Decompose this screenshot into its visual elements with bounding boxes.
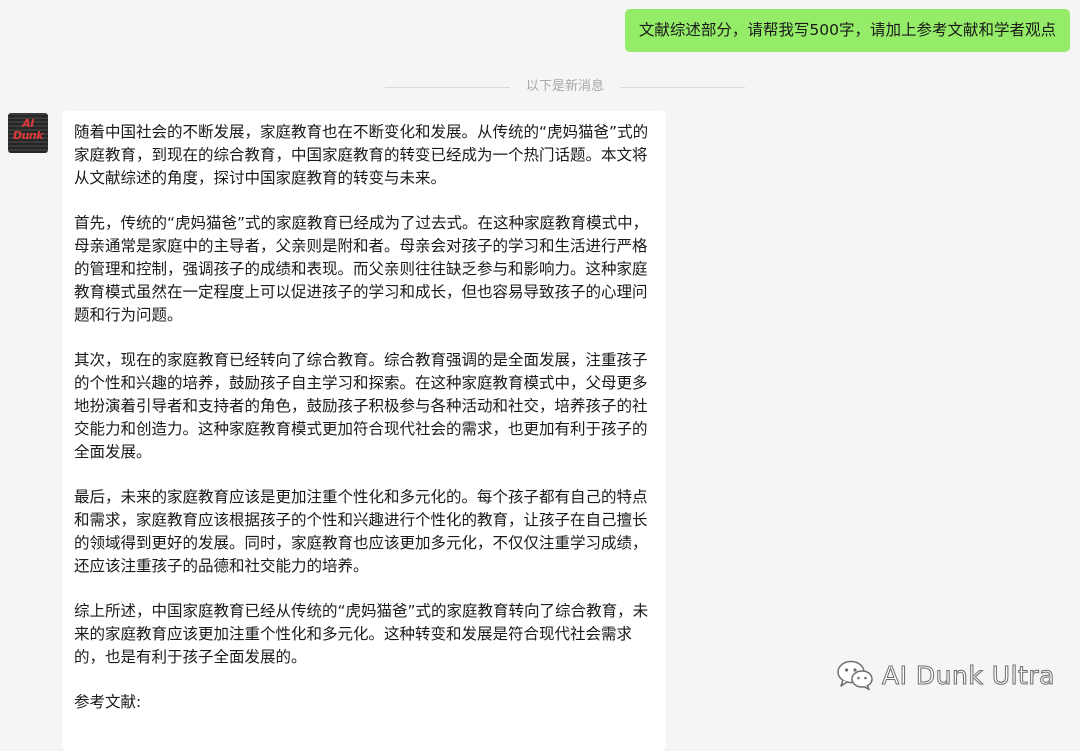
new-messages-separator: 以下是新消息 <box>385 76 745 98</box>
avatar-logo-line2: Dunk <box>12 129 44 142</box>
outgoing-message-text: 文献综述部分，请帮我写500字，请加上参考文献和学者观点 <box>638 21 1056 39</box>
message-paragraph: 首先，传统的“虎妈猫爸”式的家庭教育已经成为了过去式。在这种家庭教育模式中，母亲… <box>74 214 649 324</box>
watermark: AI Dunk Ultra <box>836 655 1055 695</box>
message-paragraph: 随着中国社会的不断发展，家庭教育也在不断变化和发展。从传统的“虎妈猫爸”式的家庭… <box>74 123 649 187</box>
separator-line-left <box>385 87 510 88</box>
message-paragraph: 其次，现在的家庭教育已经转向了综合教育。综合教育强调的是全面发展，注重孩子的个性… <box>74 351 648 461</box>
references-heading: 参考文献: <box>74 693 142 711</box>
message-paragraph: 综上所述，中国家庭教育已经从传统的“虎妈猫爸”式的家庭教育转向了综合教育，未来的… <box>74 602 649 666</box>
avatar-logo-text: AI Dunk <box>8 118 48 142</box>
watermark-text: AI Dunk Ultra <box>882 660 1055 690</box>
incoming-message-bubble[interactable]: 随着中国社会的不断发展，家庭教育也在不断变化和发展。从传统的“虎妈猫爸”式的家庭… <box>62 111 666 751</box>
separator-line-right <box>620 87 745 88</box>
outgoing-message-bubble[interactable]: 文献综述部分，请帮我写500字，请加上参考文献和学者观点 <box>624 9 1070 52</box>
wechat-icon <box>837 660 873 691</box>
separator-text: 以下是新消息 <box>525 79 604 94</box>
avatar[interactable]: AI Dunk <box>8 113 48 153</box>
message-paragraph: 最后，未来的家庭教育应该是更加注重个性化和多元化的。每个孩子都有自己的特点和需求… <box>74 488 648 575</box>
chat-area: 文献综述部分，请帮我写500字，请加上参考文献和学者观点 以下是新消息 AI D… <box>0 0 1080 751</box>
